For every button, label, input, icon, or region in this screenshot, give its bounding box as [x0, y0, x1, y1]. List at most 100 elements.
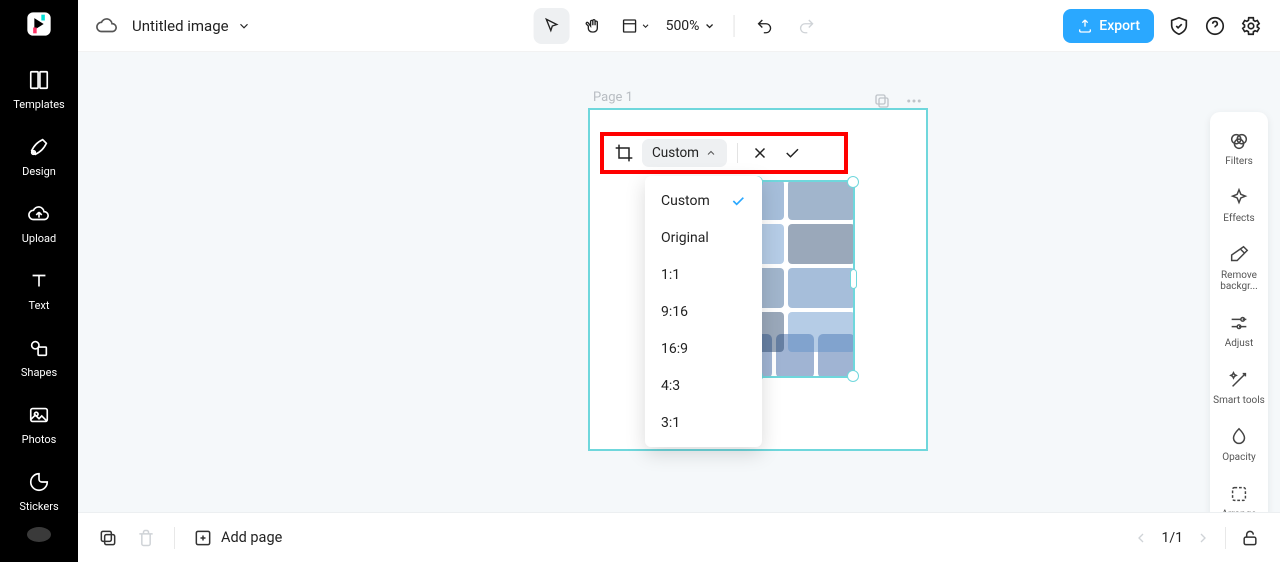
- tool-label: Opacity: [1222, 452, 1256, 463]
- undo-button[interactable]: [746, 8, 782, 44]
- add-page-label: Add page: [221, 529, 282, 546]
- settings-icon[interactable]: [1240, 15, 1262, 37]
- filters-tool[interactable]: Filters: [1210, 120, 1268, 177]
- crop-option-1-1[interactable]: 1:1: [645, 256, 762, 293]
- effects-icon: [1228, 187, 1250, 209]
- document-title[interactable]: Untitled image: [132, 17, 251, 35]
- prev-page-button: [1133, 530, 1149, 546]
- select-tool[interactable]: [534, 8, 570, 44]
- next-page-button: [1195, 530, 1211, 546]
- frame-tool[interactable]: [618, 8, 654, 44]
- crop-option-4-3[interactable]: 4:3: [645, 367, 762, 404]
- magic-icon: [1228, 369, 1250, 391]
- crop-aspect-value: Custom: [652, 145, 699, 161]
- page-label: Page 1: [593, 90, 633, 105]
- divider: [1225, 527, 1226, 549]
- design-icon: [27, 135, 51, 159]
- crop-option-original[interactable]: Original: [645, 219, 762, 256]
- crop-option-custom[interactable]: Custom: [645, 182, 762, 219]
- nav-label: Templates: [13, 98, 64, 111]
- text-icon: [27, 269, 51, 293]
- lock-icon[interactable]: [1240, 528, 1260, 548]
- help-icon[interactable]: [1204, 15, 1226, 37]
- option-label: 1:1: [661, 267, 680, 283]
- page-navigator: 1/1: [1133, 530, 1211, 546]
- opacity-icon: [1228, 426, 1250, 448]
- tool-label: Adjust: [1225, 338, 1254, 349]
- main-area: Untitled image 500% Export: [78, 0, 1280, 562]
- arrange-tool[interactable]: Arrange: [1210, 473, 1268, 512]
- crop-cancel-button[interactable]: [748, 141, 772, 165]
- tool-label: Remove backgr...: [1213, 270, 1265, 292]
- bottom-toolbar: Add page 1/1: [78, 512, 1280, 562]
- nav-upload[interactable]: Upload: [0, 192, 78, 259]
- nav-photos[interactable]: Photos: [0, 393, 78, 460]
- left-sidebar: Templates Design Upload Text Shapes Phot…: [0, 0, 78, 562]
- add-page-button[interactable]: Add page: [193, 528, 282, 548]
- top-toolbar: Untitled image 500% Export: [78, 0, 1280, 52]
- crop-aspect-select[interactable]: Custom: [642, 139, 727, 167]
- export-button[interactable]: Export: [1063, 9, 1154, 43]
- delete-page-icon: [136, 528, 156, 548]
- crop-icon[interactable]: [614, 143, 634, 163]
- export-label: Export: [1099, 18, 1140, 34]
- option-label: 9:16: [661, 304, 688, 320]
- app-logo[interactable]: [19, 10, 59, 38]
- shapes-icon: [27, 336, 51, 360]
- tool-label: Filters: [1225, 156, 1253, 167]
- divider: [174, 527, 175, 549]
- crop-option-3-1[interactable]: 3:1: [645, 404, 762, 441]
- add-page-icon: [193, 528, 213, 548]
- arrange-icon: [1228, 483, 1250, 505]
- tool-label: Arrange: [1222, 509, 1257, 512]
- tool-label: Smart tools: [1213, 395, 1265, 406]
- chevron-down-icon: [703, 20, 715, 32]
- zoom-level[interactable]: 500%: [660, 18, 722, 34]
- nav-stickers[interactable]: Stickers: [0, 460, 78, 527]
- upload-icon: [27, 202, 51, 226]
- nav-design[interactable]: Design: [0, 125, 78, 192]
- nav-label: Design: [22, 165, 56, 178]
- filters-icon: [1228, 130, 1250, 152]
- smart-tools[interactable]: Smart tools: [1210, 359, 1268, 416]
- user-avatar[interactable]: [27, 527, 51, 542]
- remove-bg-tool[interactable]: Remove backgr...: [1210, 234, 1268, 302]
- nav-templates[interactable]: Templates: [0, 58, 78, 125]
- cloud-sync-icon[interactable]: [96, 15, 118, 37]
- nav-shapes[interactable]: Shapes: [0, 326, 78, 393]
- option-label: 3:1: [661, 415, 680, 431]
- nav-label: Text: [29, 299, 50, 312]
- pages-panel-icon[interactable]: [98, 528, 118, 548]
- eraser-icon: [1228, 244, 1250, 266]
- export-icon: [1077, 18, 1093, 34]
- adjust-icon: [1228, 312, 1250, 334]
- check-icon: [730, 193, 746, 209]
- zoom-value: 500%: [666, 18, 700, 34]
- nav-label: Stickers: [19, 500, 58, 513]
- hand-tool[interactable]: [576, 8, 612, 44]
- photos-icon: [27, 403, 51, 427]
- crop-toolbar: Custom: [600, 132, 848, 174]
- adjust-tool[interactable]: Adjust: [1210, 302, 1268, 359]
- crop-handle-right[interactable]: [850, 269, 857, 289]
- crop-handle-bottom-right[interactable]: [847, 370, 859, 382]
- nav-label: Upload: [22, 232, 56, 245]
- crop-option-16-9[interactable]: 16:9: [645, 330, 762, 367]
- nav-label: Shapes: [21, 366, 57, 379]
- crop-handle-top-right[interactable]: [847, 176, 859, 188]
- stickers-icon: [27, 470, 51, 494]
- shield-icon[interactable]: [1168, 15, 1190, 37]
- nav-label: Photos: [22, 433, 57, 446]
- canvas[interactable]: Page 1: [78, 52, 1280, 512]
- crop-confirm-button[interactable]: [780, 141, 804, 165]
- option-label: Custom: [661, 193, 710, 209]
- chevron-up-icon: [705, 147, 717, 159]
- document-title-text: Untitled image: [132, 17, 229, 35]
- divider: [733, 15, 734, 37]
- nav-text[interactable]: Text: [0, 259, 78, 326]
- redo-button[interactable]: [788, 8, 824, 44]
- tool-label: Effects: [1223, 213, 1254, 224]
- effects-tool[interactable]: Effects: [1210, 177, 1268, 234]
- crop-option-9-16[interactable]: 9:16: [645, 293, 762, 330]
- opacity-tool[interactable]: Opacity: [1210, 416, 1268, 473]
